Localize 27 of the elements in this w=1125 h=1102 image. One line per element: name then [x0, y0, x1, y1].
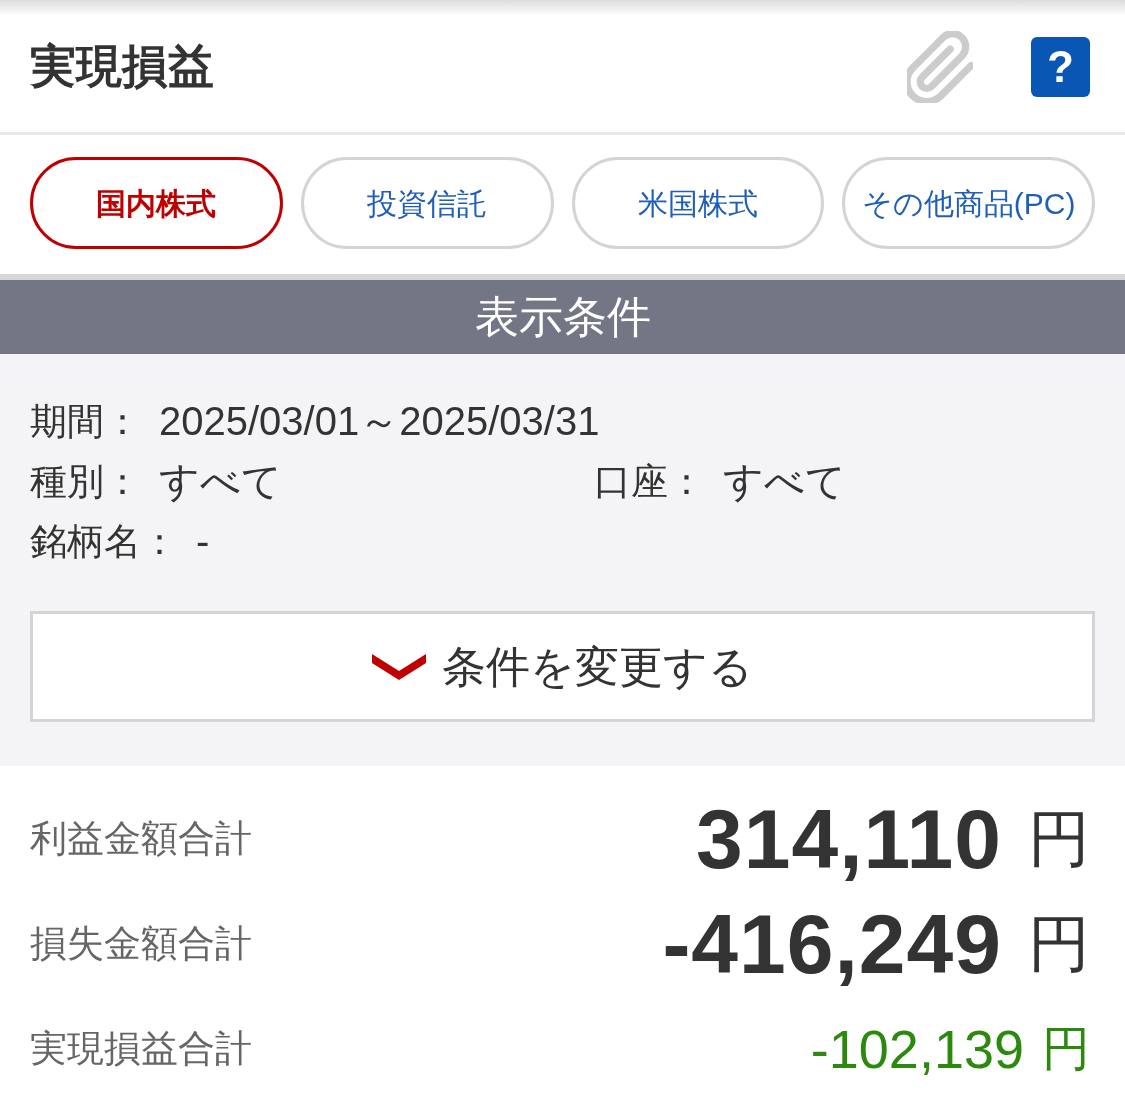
currency-unit: 円: [1028, 912, 1090, 975]
condition-label: 口座：: [594, 462, 705, 500]
tab[interactable]: 国内株式: [30, 157, 283, 249]
condition-value: 2025/03/01～2025/03/31: [159, 401, 600, 441]
total-amount: -416,249: [662, 901, 1002, 986]
paperclip-icon[interactable]: [907, 31, 973, 103]
condition-value: -: [196, 521, 210, 561]
help-button[interactable]: ?: [1031, 37, 1090, 97]
condition-label: 銘柄名：: [30, 522, 178, 560]
condition-value: すべて: [723, 461, 846, 501]
change-conditions-button[interactable]: 条件を変更する: [30, 611, 1095, 722]
currency-unit: 円: [1042, 1024, 1090, 1073]
condition-value: すべて: [159, 461, 282, 501]
total-label: 実現損益合計: [30, 1030, 252, 1067]
total-label: 利益金額合計: [30, 820, 252, 857]
tab[interactable]: 投資信託: [300, 157, 554, 249]
condition-label: 期間：: [30, 402, 141, 440]
total-label: 損失金額合計: [30, 925, 252, 962]
currency-unit: 円: [1028, 807, 1090, 870]
tab[interactable]: 米国株式: [571, 157, 825, 249]
page-title: 実現損益: [30, 43, 214, 89]
total-amount: 314,110: [696, 796, 1002, 881]
tab[interactable]: その他商品(PC): [842, 157, 1095, 249]
condition-label: 種別：: [30, 462, 141, 500]
chevron-down-icon: [372, 653, 426, 680]
section-header: 表示条件: [0, 280, 1125, 354]
total-amount: -102,139: [810, 1021, 1024, 1076]
